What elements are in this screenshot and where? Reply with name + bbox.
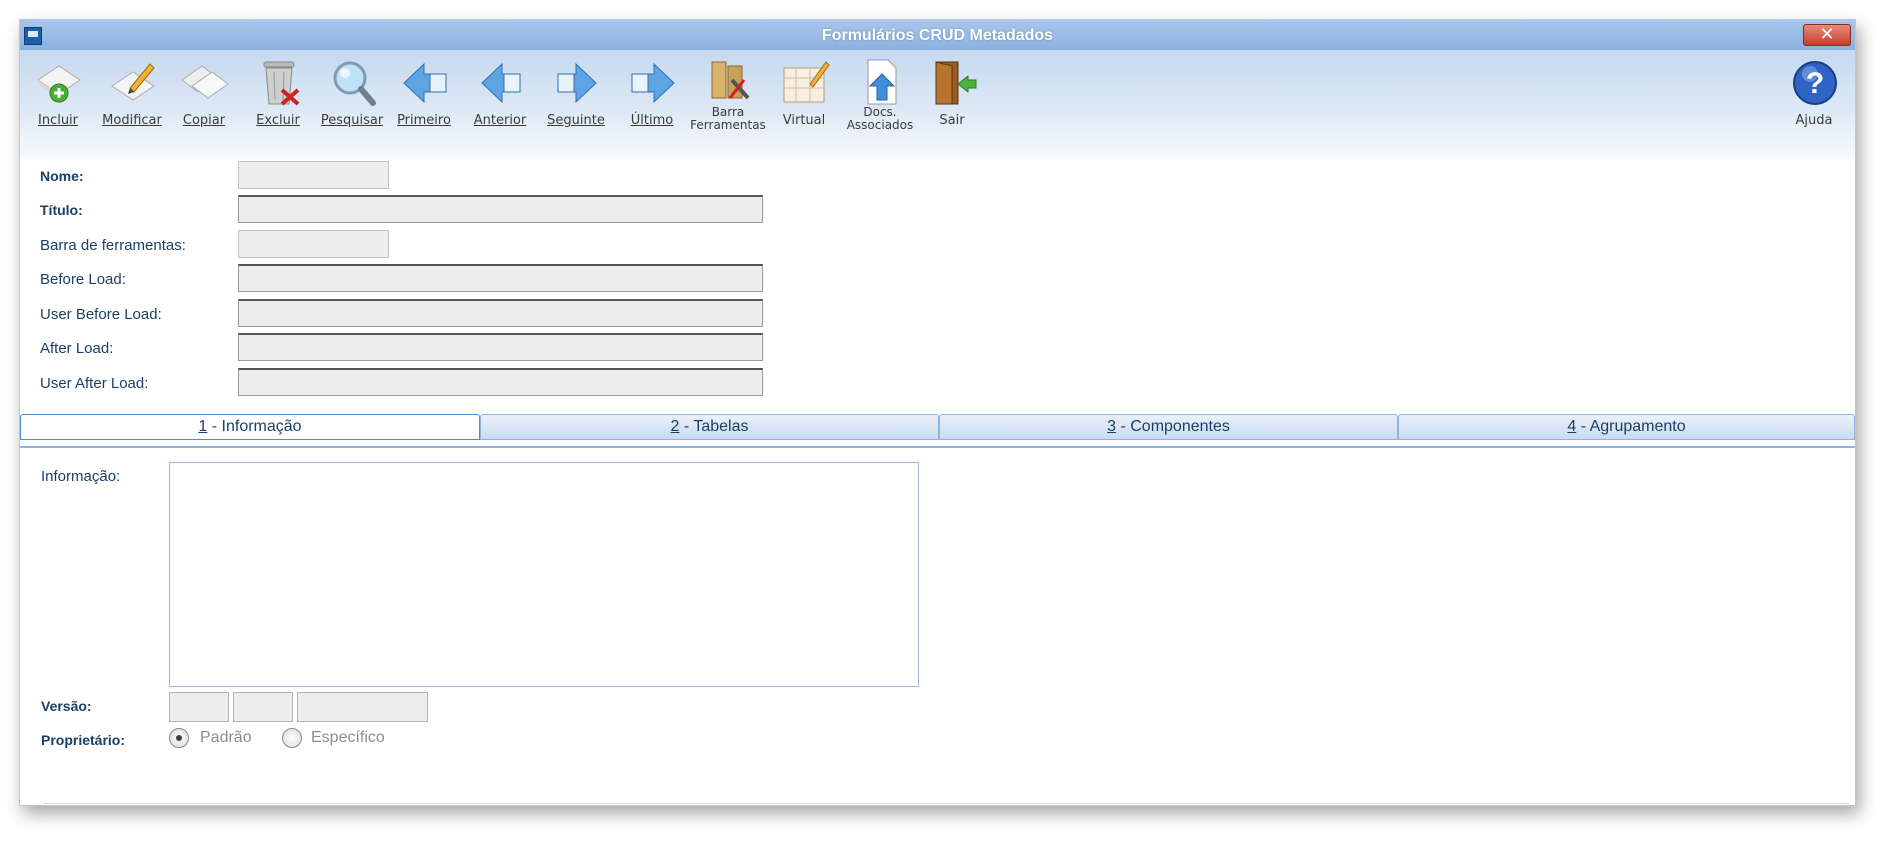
search-icon <box>333 61 376 106</box>
excluir-label: Excluir <box>256 113 300 128</box>
after-load-label: After Load: <box>40 340 114 357</box>
modificar-button[interactable]: Modificar <box>98 54 166 152</box>
user-after-load-field[interactable] <box>238 368 763 396</box>
primeiro-label: Primeiro <box>397 113 451 128</box>
nome-field[interactable] <box>238 161 389 189</box>
anterior-button[interactable]: Anterior <box>466 54 534 152</box>
first-icon <box>403 62 447 104</box>
tab-agrupamento-label: - Agrupamento <box>1576 418 1686 435</box>
after-load-field[interactable] <box>238 333 763 361</box>
trash-icon <box>263 61 300 106</box>
barra-ferramentas-label-line2: Ferramentas <box>690 118 766 132</box>
previous-icon <box>481 62 521 104</box>
especifico-radio[interactable] <box>282 728 302 748</box>
primeiro-button[interactable]: Primeiro <box>390 54 458 152</box>
tab-bar: 1 - Informação 2 - Tabelas 3 - Component… <box>20 414 1855 444</box>
tab-tabelas-label: - Tabelas <box>679 418 749 435</box>
barra-ferramentas-field-label: Barra de ferramentas: <box>40 237 186 254</box>
pesquisar-label: Pesquisar <box>320 113 384 128</box>
informacao-label: Informação: <box>41 468 121 485</box>
ultimo-label: Último <box>630 113 674 128</box>
tools-icon <box>711 61 750 100</box>
barra-ferramentas-label: Barra Ferramentas <box>688 106 768 132</box>
tab-agrupamento-number: 4 <box>1567 418 1577 435</box>
before-load-field[interactable] <box>238 264 763 292</box>
barra-ferramentas-field[interactable] <box>238 230 389 258</box>
user-before-load-label: User Before Load: <box>40 306 162 323</box>
tab-componentes-number: 3 <box>1107 418 1117 435</box>
user-after-load-label: User After Load: <box>40 375 149 392</box>
seguinte-button[interactable]: Seguinte <box>542 54 610 152</box>
ajuda-label: Ajuda <box>1795 113 1833 128</box>
bottom-divider <box>44 803 1849 804</box>
help-glyph: ? <box>1806 67 1824 100</box>
copiar-label: Copiar <box>182 113 226 128</box>
barra-ferramentas-button[interactable]: Barra Ferramentas <box>690 54 766 152</box>
ajuda-button[interactable]: ? Ajuda <box>1780 54 1848 152</box>
docs-associados-button[interactable]: Docs. Associados <box>846 54 914 152</box>
last-icon <box>631 62 675 104</box>
sair-label: Sair <box>939 113 965 128</box>
toolbar: Incluir Modificar Copiar Excluir Pesquis… <box>20 50 1855 158</box>
informacao-textarea[interactable] <box>169 462 919 687</box>
sair-button[interactable]: Sair <box>918 54 986 152</box>
tab-componentes-label: - Componentes <box>1116 418 1230 435</box>
versao-major-field[interactable] <box>169 692 229 722</box>
user-before-load-field[interactable] <box>238 299 763 327</box>
tab-informacao-number: 1 <box>198 418 208 435</box>
before-load-label: Before Load: <box>40 271 126 288</box>
virtual-button[interactable]: Virtual <box>770 54 838 152</box>
padrao-label: Padrão <box>200 729 252 746</box>
seguinte-label: Seguinte <box>547 113 605 128</box>
padrao-radio[interactable] <box>169 728 189 748</box>
docs-associados-label-line2: Associados <box>846 118 914 132</box>
copiar-button[interactable]: Copiar <box>170 54 238 152</box>
incluir-button[interactable]: Incluir <box>24 54 92 152</box>
versao-minor-field[interactable] <box>233 692 293 722</box>
virtual-label: Virtual <box>782 113 826 128</box>
versao-build-field[interactable] <box>297 692 428 722</box>
tab-tabelas[interactable]: 2 - Tabelas <box>480 414 939 440</box>
especifico-label: Específico <box>311 729 385 746</box>
copy-icon <box>181 65 229 99</box>
excluir-button[interactable]: Excluir <box>244 54 312 152</box>
add-icon <box>37 65 81 103</box>
tab-informacao[interactable]: 1 - Informação <box>20 414 480 440</box>
window-title: Formulários CRUD Metadados <box>821 27 1054 44</box>
help-icon: ? <box>1793 61 1837 105</box>
incluir-label: Incluir <box>37 113 79 128</box>
virtual-icon <box>783 61 830 103</box>
title-bar: Formulários CRUD Metadados ✕ <box>20 20 1855 50</box>
close-button[interactable]: ✕ <box>1803 24 1851 46</box>
next-icon <box>557 62 597 104</box>
versao-label: Versão: <box>41 698 92 714</box>
titulo-label: Título: <box>40 202 83 218</box>
ultimo-button[interactable]: Último <box>618 54 686 152</box>
exit-icon <box>935 61 977 105</box>
tab-divider <box>20 446 1855 448</box>
tab-informacao-label: - Informação <box>207 418 302 435</box>
tab-agrupamento[interactable]: 4 - Agrupamento <box>1398 414 1855 440</box>
modificar-label: Modificar <box>102 113 162 128</box>
padrao-radio-dot <box>176 735 182 741</box>
docs-associados-label: Docs. Associados <box>840 106 920 132</box>
anterior-label: Anterior <box>473 113 527 128</box>
tab-componentes[interactable]: 3 - Componentes <box>939 414 1398 440</box>
pesquisar-button[interactable]: Pesquisar <box>318 54 386 152</box>
crud-window: Formulários CRUD Metadados ✕ Incluir Mod… <box>19 19 1856 806</box>
edit-icon <box>111 63 155 101</box>
nome-label: Nome: <box>40 168 84 184</box>
upload-document-icon <box>867 59 897 105</box>
proprietario-label: Proprietário: <box>41 732 126 748</box>
titulo-field[interactable] <box>238 195 763 223</box>
